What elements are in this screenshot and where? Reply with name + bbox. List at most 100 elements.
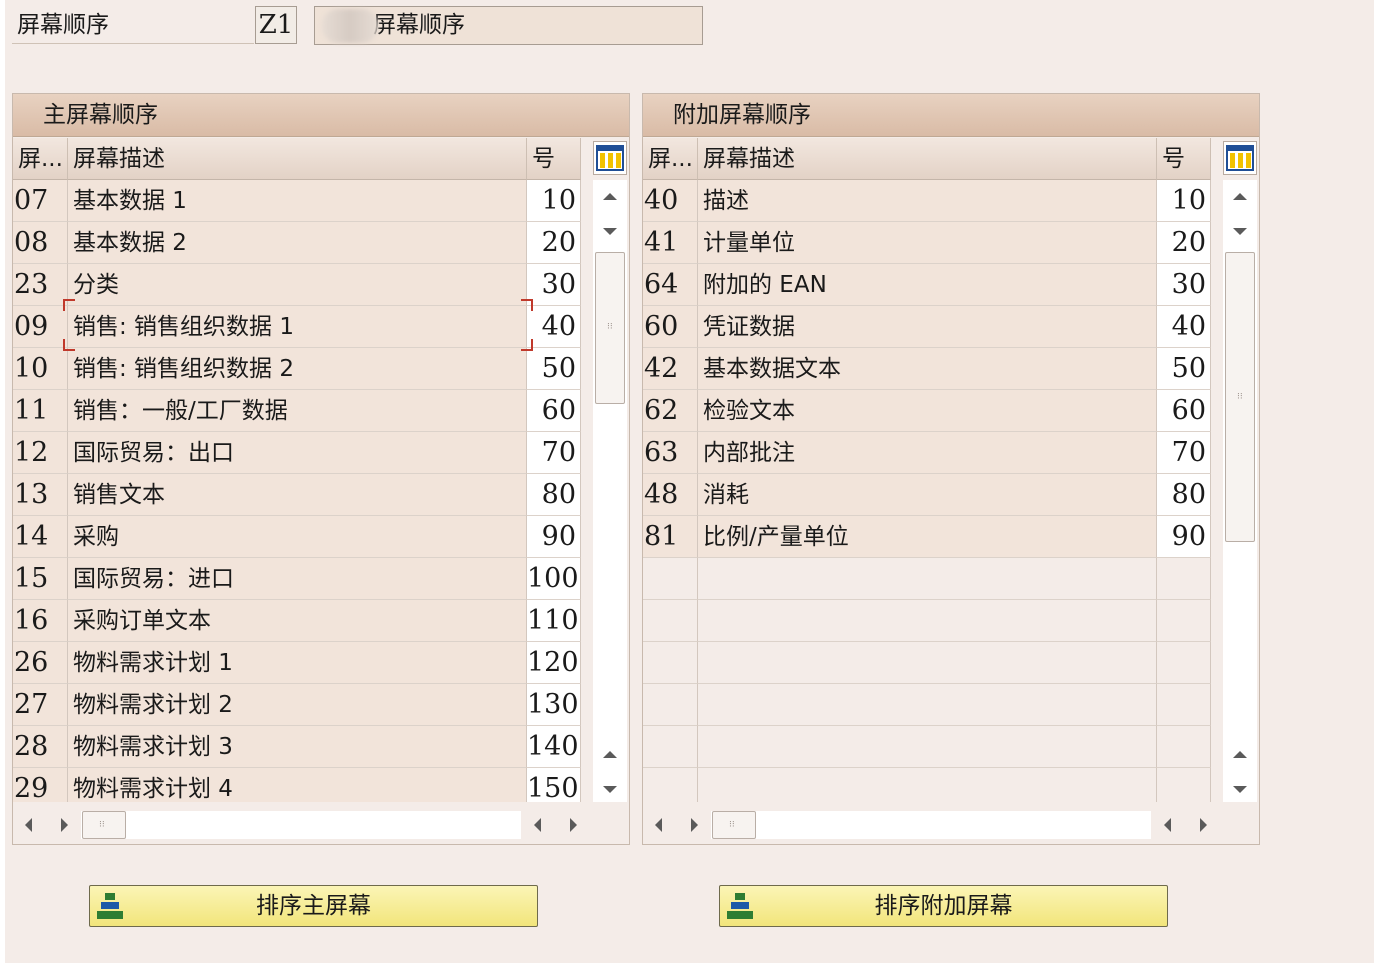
table-row[interactable] (643, 558, 1259, 600)
table-row[interactable]: 63 内部批注 70 (643, 432, 1259, 474)
scroll-right-icon-2[interactable] (570, 818, 577, 832)
scroll-up-icon[interactable] (603, 193, 617, 200)
sequence-number-cell[interactable]: 20 (1157, 222, 1211, 264)
main-horizontal-scrollbar[interactable]: ⁝⁝ (13, 805, 629, 843)
sequence-number-cell[interactable]: 40 (1157, 306, 1211, 348)
column-header-screen[interactable]: 屏... (643, 138, 698, 180)
table-row[interactable] (643, 768, 1259, 802)
table-row[interactable]: 11 销售：一般/工厂数据 60 (13, 390, 629, 432)
vertical-scroll-thumb[interactable]: ⁝⁝ (1225, 252, 1255, 542)
sequence-number-cell[interactable]: 100 (527, 558, 581, 600)
column-header-description[interactable]: 屏幕描述 (68, 138, 527, 180)
sequence-number-cell[interactable]: 40 (527, 306, 581, 348)
sequence-number-cell[interactable] (1157, 642, 1211, 684)
sort-main-screens-button[interactable]: 排序主屏幕 (89, 885, 538, 927)
sequence-number-cell[interactable]: 10 (1157, 180, 1211, 222)
scroll-down-icon[interactable] (1233, 228, 1247, 235)
table-row[interactable]: 07 基本数据 1 10 (13, 180, 629, 222)
sequence-number-cell[interactable]: 60 (527, 390, 581, 432)
table-row[interactable]: 10 销售: 销售组织数据 2 50 (13, 348, 629, 390)
table-row[interactable]: 13 销售文本 80 (13, 474, 629, 516)
horizontal-scroll-thumb[interactable]: ⁝⁝ (82, 811, 126, 839)
sort-additional-screens-button[interactable]: 排序附加屏幕 (719, 885, 1168, 927)
table-row[interactable]: 62 检验文本 60 (643, 390, 1259, 432)
horizontal-scroll-thumb[interactable]: ⁝⁝ (712, 811, 756, 839)
table-row[interactable]: 14 采购 90 (13, 516, 629, 558)
table-row[interactable]: 64 附加的 EAN 30 (643, 264, 1259, 306)
scroll-page-up-icon[interactable] (603, 751, 617, 758)
sequence-number-cell[interactable]: 150 (527, 768, 581, 802)
screen-code-cell: 13 (13, 474, 68, 516)
table-row[interactable]: 29 物料需求计划 4 150 (13, 768, 629, 802)
table-row[interactable]: 27 物料需求计划 2 130 (13, 684, 629, 726)
scroll-page-down-icon[interactable] (1233, 786, 1247, 793)
sequence-number-cell[interactable]: 70 (527, 432, 581, 474)
sequence-number-cell[interactable] (1157, 726, 1211, 768)
column-header-description[interactable]: 屏幕描述 (698, 138, 1157, 180)
scroll-page-down-icon[interactable] (603, 786, 617, 793)
table-row[interactable]: 09 销售: 销售组织数据 1 40 (13, 306, 629, 348)
table-row[interactable]: 41 计量单位 20 (643, 222, 1259, 264)
main-vertical-scrollbar[interactable]: ⁝⁝ (593, 180, 627, 802)
sequence-number-cell[interactable]: 70 (1157, 432, 1211, 474)
sequence-number-cell[interactable]: 50 (1157, 348, 1211, 390)
sequence-number-cell[interactable]: 10 (527, 180, 581, 222)
sequence-number-cell[interactable]: 80 (1157, 474, 1211, 516)
sequence-number-cell[interactable]: 130 (527, 684, 581, 726)
scroll-left-icon[interactable] (25, 818, 32, 832)
sequence-number-cell[interactable] (1157, 768, 1211, 802)
table-row[interactable]: 28 物料需求计划 3 140 (13, 726, 629, 768)
screen-sequence-label: 屏幕顺序 (12, 6, 254, 44)
sequence-number-cell[interactable]: 80 (527, 474, 581, 516)
table-row[interactable]: 60 凭证数据 40 (643, 306, 1259, 348)
sequence-number-cell[interactable] (1157, 684, 1211, 726)
table-row[interactable] (643, 642, 1259, 684)
sequence-number-cell[interactable]: 50 (527, 348, 581, 390)
vertical-scroll-thumb[interactable]: ⁝⁝ (595, 252, 625, 404)
table-row[interactable]: 16 采购订单文本 110 (13, 600, 629, 642)
sequence-number-cell[interactable]: 20 (527, 222, 581, 264)
sequence-number-cell[interactable]: 90 (1157, 516, 1211, 558)
sequence-number-cell[interactable]: 140 (527, 726, 581, 768)
sequence-number-cell[interactable]: 30 (527, 264, 581, 306)
table-row[interactable] (643, 600, 1259, 642)
column-header-number[interactable]: 号 (1157, 138, 1211, 180)
column-header-screen[interactable]: 屏... (13, 138, 68, 180)
table-row[interactable] (643, 726, 1259, 768)
table-row[interactable]: 15 国际贸易：进口 100 (13, 558, 629, 600)
sequence-number-cell[interactable]: 120 (527, 642, 581, 684)
sequence-number-cell[interactable] (1157, 558, 1211, 600)
sequence-number-cell[interactable]: 90 (527, 516, 581, 558)
horizontal-scroll-track[interactable]: ⁝⁝ (81, 811, 521, 839)
table-row[interactable]: 40 描述 10 (643, 180, 1259, 222)
table-row[interactable]: 23 分类 30 (13, 264, 629, 306)
scroll-down-icon[interactable] (603, 228, 617, 235)
sequence-number-cell[interactable] (1157, 600, 1211, 642)
table-layout-button[interactable] (1223, 141, 1257, 175)
scroll-left-icon[interactable] (655, 818, 662, 832)
table-row[interactable]: 42 基本数据文本 50 (643, 348, 1259, 390)
table-row[interactable]: 48 消耗 80 (643, 474, 1259, 516)
main-panel-title: 主屏幕顺序 (13, 94, 629, 137)
scroll-right-icon[interactable] (61, 818, 68, 832)
sequence-number-cell[interactable]: 110 (527, 600, 581, 642)
scroll-up-icon[interactable] (1233, 193, 1247, 200)
table-row[interactable]: 81 比例/产量单位 90 (643, 516, 1259, 558)
sequence-number-cell[interactable]: 60 (1157, 390, 1211, 432)
scroll-right-icon-2[interactable] (1200, 818, 1207, 832)
horizontal-scroll-track[interactable]: ⁝⁝ (711, 811, 1151, 839)
scroll-right-icon[interactable] (691, 818, 698, 832)
table-layout-button[interactable] (593, 141, 627, 175)
table-row[interactable] (643, 684, 1259, 726)
screen-sequence-field[interactable]: Z1 (255, 6, 297, 44)
column-header-number[interactable]: 号 (527, 138, 581, 180)
table-row[interactable]: 08 基本数据 2 20 (13, 222, 629, 264)
table-row[interactable]: 26 物料需求计划 1 120 (13, 642, 629, 684)
table-row[interactable]: 12 国际贸易：出口 70 (13, 432, 629, 474)
scroll-page-up-icon[interactable] (1233, 751, 1247, 758)
scroll-left-icon-2[interactable] (534, 818, 541, 832)
additional-horizontal-scrollbar[interactable]: ⁝⁝ (643, 805, 1259, 843)
additional-vertical-scrollbar[interactable]: ⁝⁝ (1223, 180, 1257, 802)
sequence-number-cell[interactable]: 30 (1157, 264, 1211, 306)
scroll-left-icon-2[interactable] (1164, 818, 1171, 832)
